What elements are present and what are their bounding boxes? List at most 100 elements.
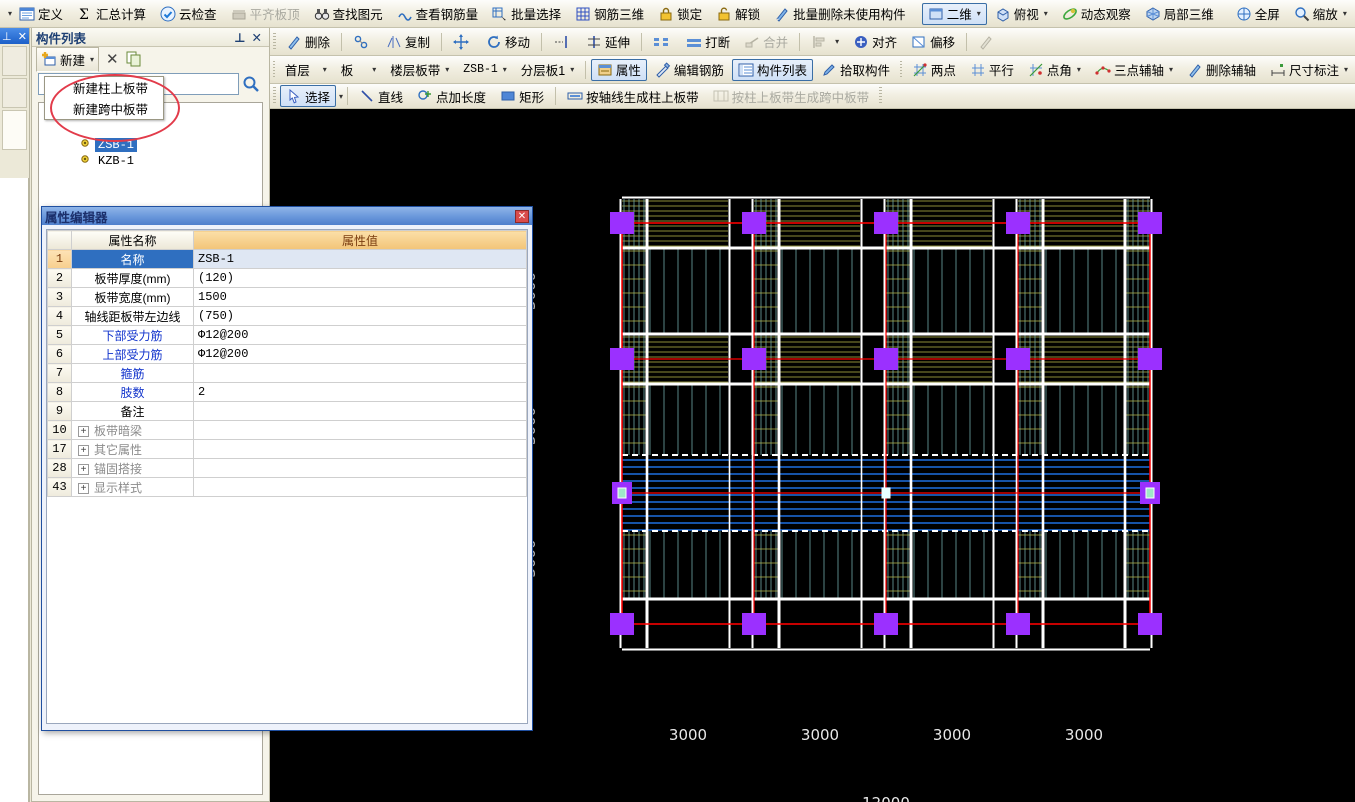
table-row[interactable]: 10 + 板带暗梁 [47,420,527,440]
dimension-button[interactable]: 尺寸标注 ▾ [1264,59,1354,81]
property-value-cell[interactable] [193,401,527,421]
property-name-cell[interactable]: + 板带暗梁 [71,420,194,440]
pick-component-button[interactable]: 拾取构件 [815,59,896,81]
view-rebar-qty-button[interactable]: 查看钢筋量 [391,3,485,25]
tree-item-zsb-1[interactable]: ZSB-1 [39,137,262,153]
pin-icon[interactable]: ⊥ [2,30,12,43]
chevron-down-icon[interactable]: ▾ [445,65,449,74]
table-row[interactable]: 9 备注 [47,401,527,421]
chevron-down-icon[interactable]: ▾ [339,92,343,101]
edit-rebar-button[interactable]: 编辑钢筋 [649,59,730,81]
align-button[interactable]: ▾ [805,31,845,53]
toolbar-grip[interactable] [879,87,883,105]
merge-button[interactable]: 打断 [680,31,736,53]
tree-item-kzb-1[interactable]: KZB-1 [39,153,262,169]
fullscreen-button[interactable]: 全屏 [1230,3,1286,25]
close-icon[interactable]: ✕ [249,30,265,45]
property-name-cell[interactable]: 箍筋 [71,363,194,383]
expand-icon[interactable]: + [78,463,89,475]
layer-select[interactable]: 分层板1 ▾ [515,59,580,81]
property-value-cell[interactable] [193,420,527,440]
table-row[interactable]: 5 下部受力筋 Φ12@200 [47,325,527,345]
property-name-cell[interactable]: 下部受力筋 [71,325,194,345]
mirror-button[interactable]: 复制 [380,31,436,53]
new-component-button[interactable]: 新建 ▾ [36,46,100,72]
table-row[interactable]: 43 + 显示样式 [47,477,527,497]
delete-component-icon[interactable]: ✕ [101,50,124,68]
summary-calc-button[interactable]: Σ 汇总计算 [71,3,152,25]
cloud-check-button[interactable]: 云检查 [154,3,223,25]
flatten-slab-top-button[interactable]: 平齐板顶 [225,3,306,25]
stretch-button[interactable]: 偏移 [905,31,961,53]
property-name-cell[interactable]: + 锚固搭接 [71,458,194,478]
left-panel-box[interactable] [2,110,27,150]
table-row[interactable]: 28 + 锚固搭接 [47,458,527,478]
table-row[interactable]: 3 板带宽度(mm) 1500 [47,287,527,307]
orbit-button[interactable]: 动态观察 [1056,3,1137,25]
menu-item-new-column-strip[interactable]: 新建柱上板带 [45,77,163,98]
chevron-down-icon[interactable]: ▾ [1077,65,1081,74]
copy-component-icon[interactable] [126,51,142,67]
component-select[interactable]: ZSB-1 ▾ [457,59,513,81]
table-row[interactable]: 17 + 其它属性 [47,439,527,459]
new-component-menu[interactable]: 新建柱上板带 新建跨中板带 [44,76,164,120]
three-point-axis-button[interactable]: 三点辅轴 ▾ [1089,59,1179,81]
property-name-cell[interactable]: + 显示样式 [71,477,194,497]
parallel-button[interactable]: 平行 [964,59,1020,81]
table-row[interactable]: 7 箍筋 [47,363,527,383]
chevron-down-icon[interactable]: ▾ [372,65,376,74]
chevron-down-icon[interactable]: ▾ [1343,9,1347,18]
point-angle-button[interactable]: 点角 ▾ [1022,59,1087,81]
toolbar-overflow-caret[interactable]: ▾ [8,9,12,18]
expand-icon[interactable]: + [78,425,89,437]
property-name-cell[interactable]: + 其它属性 [71,439,194,459]
generate-strip-from-axis-button[interactable]: 按轴线生成柱上板带 [561,85,705,107]
expand-icon[interactable]: + [78,444,89,456]
pin-icon[interactable]: ⊥ [231,30,248,45]
property-name-cell[interactable]: 名称 [71,249,194,269]
element-type-select[interactable]: 楼层板带 ▾ [384,59,455,81]
rebar-3d-button[interactable]: 钢筋三维 [569,3,650,25]
chevron-down-icon[interactable]: ▾ [835,37,839,46]
chevron-down-icon[interactable]: ▾ [323,65,327,74]
menu-item-new-middle-strip[interactable]: 新建跨中板带 [45,98,163,119]
2d-view-button[interactable]: 二维 ▾ [921,2,987,25]
floor-select[interactable]: 首层 ▾ [279,59,333,81]
property-value-cell[interactable]: Φ12@200 [193,325,527,345]
close-icon[interactable]: ✕ [18,30,27,43]
batch-delete-unused-button[interactable]: 批量删除未使用构件 [768,3,912,25]
property-value-cell[interactable] [193,363,527,383]
move-button[interactable] [447,31,478,53]
generate-mid-strip-button[interactable]: 按柱上板带生成跨中板带 [707,85,876,107]
line-tool-button[interactable]: 直线 [353,85,409,107]
property-name-cell[interactable]: 轴线距板带左边线 [71,306,194,326]
property-value-cell[interactable] [193,439,527,459]
property-value-cell[interactable]: (120) [193,268,527,288]
table-row[interactable]: 1 名称 ZSB-1 [47,249,527,269]
rectangle-tool-button[interactable]: 矩形 [494,85,550,107]
toolbar-grip[interactable] [899,60,902,79]
table-row[interactable]: 8 肢数 2 [47,382,527,402]
split-button[interactable]: 合并 [738,31,794,53]
chevron-down-icon[interactable]: ▾ [503,65,507,74]
property-name-cell[interactable]: 板带宽度(mm) [71,287,194,307]
offset-button[interactable]: 对齐 [847,31,903,53]
property-value-cell[interactable] [193,477,527,497]
select-tool-button[interactable]: 选择 [280,85,337,107]
property-editor-titlebar[interactable]: 属性编辑器 ✕ [42,207,532,225]
property-name-cell[interactable]: 肢数 [71,382,194,402]
property-value-cell[interactable]: 2 [193,382,527,402]
trim-button[interactable]: 延伸 [580,31,636,53]
toolbar-grip[interactable] [273,32,276,51]
close-icon[interactable]: ✕ [515,209,529,223]
chevron-down-icon[interactable]: ▾ [570,65,574,74]
unlock-button[interactable]: 解锁 [710,3,766,25]
top-view-button[interactable]: 俯视 ▾ [989,3,1054,25]
property-name-cell[interactable]: 上部受力筋 [71,344,194,364]
left-panel-box[interactable] [2,46,27,76]
two-point-button[interactable]: 两点 [906,59,962,81]
zoom-button[interactable]: 缩放 ▾ [1288,3,1353,25]
delete-button[interactable]: 删除 [280,31,336,53]
lock-button[interactable]: 锁定 [652,3,708,25]
table-row[interactable]: 4 轴线距板带左边线 (750) [47,306,527,326]
